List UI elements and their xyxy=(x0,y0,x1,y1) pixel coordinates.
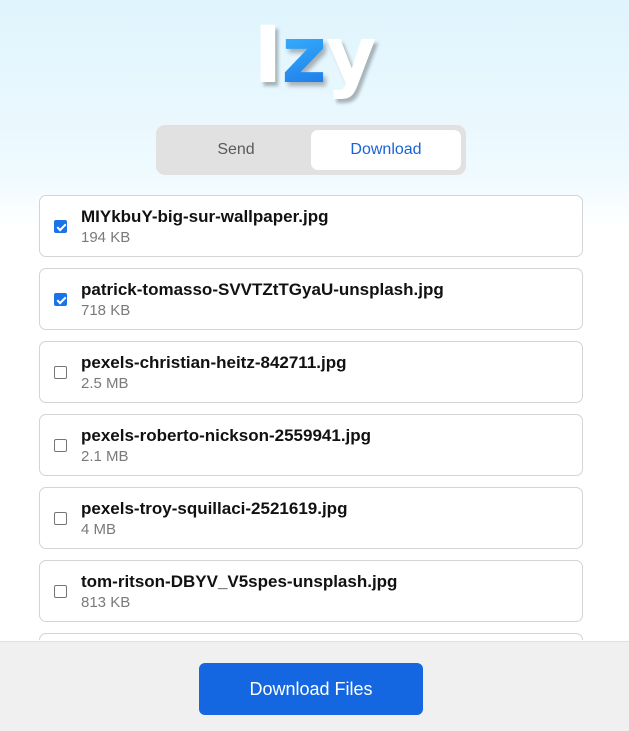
tab-send[interactable]: Send xyxy=(161,130,311,170)
file-name: patrick-tomasso-SVVTZtTGyaU-unsplash.jpg xyxy=(81,280,444,299)
file-size: 4 MB xyxy=(81,521,117,538)
file-name: pexels-roberto-nickson-2559941.jpg xyxy=(81,426,372,445)
file-row[interactable]: pexels-troy-squillaci-2521619.jpg 4 MB xyxy=(39,487,583,549)
download-files-button[interactable]: Download Files xyxy=(199,663,423,715)
logo-wordmark: I z y xyxy=(253,11,377,101)
file-checkbox[interactable] xyxy=(54,293,67,306)
file-size: 2.5 MB xyxy=(81,375,129,392)
file-name: MIYkbuY-big-sur-wallpaper.jpg xyxy=(81,207,329,226)
tab-download[interactable]: Download xyxy=(311,130,461,170)
file-size: 2.1 MB xyxy=(81,448,129,465)
file-row[interactable]: pexels-christian-heitz-842711.jpg 2.5 MB xyxy=(39,341,583,403)
file-row-partial[interactable] xyxy=(39,633,583,640)
file-size: 813 KB xyxy=(81,594,131,611)
file-checkbox[interactable] xyxy=(54,366,67,379)
file-checkbox[interactable] xyxy=(54,220,67,233)
file-size: 718 KB xyxy=(81,302,131,319)
file-row[interactable]: pexels-roberto-nickson-2559941.jpg 2.1 M… xyxy=(39,414,583,476)
file-checkbox[interactable] xyxy=(54,439,67,452)
file-list[interactable]: MIYkbuY-big-sur-wallpaper.jpg 194 KB pat… xyxy=(39,195,583,640)
file-name: tom-ritson-DBYV_V5spes-unsplash.jpg xyxy=(81,572,398,591)
file-row[interactable]: patrick-tomasso-SVVTZtTGyaU-unsplash.jpg… xyxy=(39,268,583,330)
logo-letter-y: y xyxy=(325,11,377,101)
file-name: pexels-christian-heitz-842711.jpg xyxy=(81,353,347,372)
logo-letter-z: z xyxy=(281,11,326,101)
file-row[interactable]: MIYkbuY-big-sur-wallpaper.jpg 194 KB xyxy=(39,195,583,257)
footer-bar: Download Files xyxy=(0,641,629,731)
file-checkbox[interactable] xyxy=(54,512,67,525)
app-logo: I z y xyxy=(0,6,629,106)
logo-letter-i: I xyxy=(253,11,282,101)
file-row[interactable]: tom-ritson-DBYV_V5spes-unsplash.jpg 813 … xyxy=(39,560,583,622)
file-checkbox[interactable] xyxy=(54,585,67,598)
file-size: 194 KB xyxy=(81,229,131,246)
file-name: pexels-troy-squillaci-2521619.jpg xyxy=(81,499,348,518)
mode-tabs: Send Download xyxy=(156,125,466,175)
